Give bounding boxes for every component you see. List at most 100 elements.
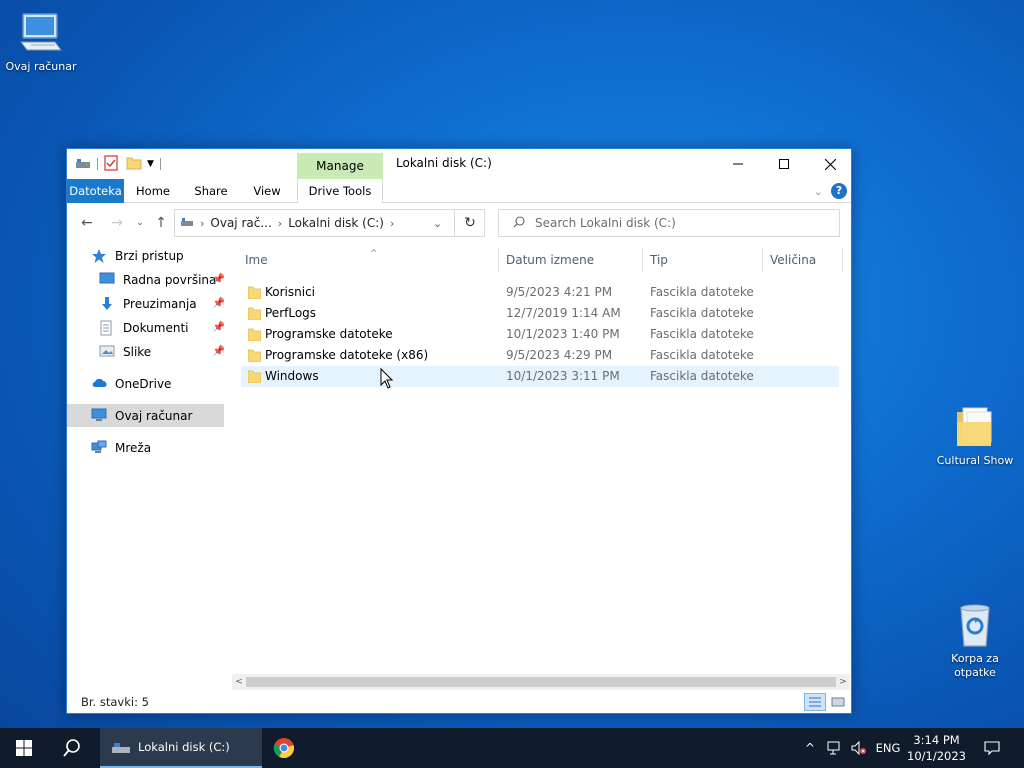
up-button[interactable]: ↑: [151, 214, 171, 232]
nav-documents[interactable]: Dokumenti 📌: [99, 316, 225, 339]
nav-onedrive[interactable]: OneDrive: [91, 372, 223, 395]
nav-pictures[interactable]: Slike 📌: [99, 340, 225, 363]
search-input[interactable]: [535, 216, 815, 230]
nav-item-label: Brzi pristup: [115, 248, 184, 263]
scroll-right-button[interactable]: >: [836, 674, 850, 690]
file-type: Fascikla datoteke: [650, 306, 754, 320]
folder-icon: [951, 404, 999, 450]
tab-manage[interactable]: Manage: [297, 153, 383, 179]
column-header-date[interactable]: Datum izmene: [506, 249, 642, 271]
column-divider[interactable]: [498, 247, 499, 273]
details-view-icon: [809, 697, 821, 707]
pin-icon[interactable]: 📌: [213, 346, 225, 357]
pin-icon[interactable]: 📌: [213, 274, 225, 285]
sort-ascending-icon: ^: [370, 249, 378, 259]
folder-icon: [247, 286, 262, 300]
column-divider[interactable]: [842, 247, 843, 273]
table-row[interactable]: PerfLogs 12/7/2019 1:14 AM Fascikla dato…: [241, 303, 839, 324]
column-header-label: Ime: [245, 253, 268, 267]
table-row[interactable]: Programske datoteke (x86) 9/5/2023 4:29 …: [241, 345, 839, 366]
recycle-bin-icon: [951, 602, 999, 648]
scroll-left-button[interactable]: <: [232, 674, 246, 690]
file-date: 9/5/2023 4:29 PM: [506, 348, 613, 362]
nav-network[interactable]: Mreža: [91, 436, 223, 459]
back-button[interactable]: ←: [77, 214, 97, 232]
refresh-button[interactable]: ↻: [454, 209, 485, 237]
breadcrumb-this-pc[interactable]: Ovaj rač...: [210, 216, 271, 230]
cloud-icon: [91, 376, 109, 392]
close-button[interactable]: [807, 149, 853, 179]
search-icon: [63, 739, 80, 757]
network-icon: [91, 440, 109, 456]
file-list: ^ Ime Datum izmene Tip Veličina Korisnic…: [240, 242, 852, 689]
nav-quick-access[interactable]: Brzi pristup: [91, 244, 223, 267]
file-date: 10/1/2023 1:40 PM: [506, 327, 620, 341]
desktop-icon-cultural-show[interactable]: Cultural Show: [934, 404, 1016, 468]
address-dropdown-icon[interactable]: ⌄: [433, 217, 442, 230]
maximize-button[interactable]: [761, 149, 807, 179]
tab-share[interactable]: Share: [186, 179, 236, 203]
horizontal-scrollbar[interactable]: < >: [232, 674, 850, 690]
file-type: Fascikla datoteke: [650, 348, 754, 362]
toolbar-divider: [97, 158, 98, 170]
desktop-icon-label: Cultural Show: [936, 454, 1014, 467]
tab-view[interactable]: View: [242, 179, 292, 203]
search-box[interactable]: [498, 209, 840, 237]
item-count: Br. stavki: 5: [81, 695, 149, 709]
clock-time: 3:14 PM: [913, 733, 960, 747]
table-row[interactable]: Windows 10/1/2023 3:11 PM Fascikla datot…: [241, 366, 839, 387]
minimize-button[interactable]: [715, 149, 761, 179]
column-header-type[interactable]: Tip: [650, 249, 762, 271]
nav-desktop[interactable]: Radna površina 📌: [99, 268, 225, 291]
navigation-bar: ← → ⌄ ↑ › Ovaj rač... › Lokalni disk (C:…: [67, 204, 851, 242]
expand-ribbon-icon[interactable]: ⌄: [814, 185, 823, 198]
show-hidden-icons-button[interactable]: ^: [800, 728, 820, 768]
column-divider[interactable]: [642, 247, 643, 273]
help-icon[interactable]: ?: [831, 183, 847, 199]
address-bar[interactable]: › Ovaj rač... › Lokalni disk (C:) › ⌄: [174, 209, 485, 237]
drive-icon: [75, 156, 91, 173]
new-folder-icon[interactable]: [126, 156, 142, 173]
clock[interactable]: 3:14 PM 10/1/2023: [907, 732, 966, 764]
taskbar-item-chrome[interactable]: [262, 728, 306, 768]
taskbar-item-file-explorer[interactable]: Lokalni disk (C:): [100, 728, 262, 768]
table-row[interactable]: Programske datoteke 10/1/2023 1:40 PM Fa…: [241, 324, 839, 345]
star-icon: [91, 248, 109, 264]
customize-toolbar-icon[interactable]: ▼: [147, 159, 154, 169]
file-name: PerfLogs: [265, 306, 317, 320]
search-button[interactable]: [48, 728, 96, 768]
column-header-name[interactable]: ^ Ime: [245, 249, 499, 271]
column-header-label: Datum izmene: [506, 253, 595, 267]
pin-icon[interactable]: 📌: [213, 322, 225, 333]
large-icons-view-button[interactable]: [827, 693, 849, 711]
desktop-icon-label: Korpa za otpatke: [951, 652, 999, 679]
nav-downloads[interactable]: Preuzimanja 📌: [99, 292, 225, 315]
tab-home[interactable]: Home: [128, 179, 178, 203]
column-divider[interactable]: [762, 247, 763, 273]
scrollbar-thumb[interactable]: [246, 677, 836, 687]
properties-icon[interactable]: [104, 154, 118, 174]
folder-icon: [247, 328, 262, 342]
start-button[interactable]: [0, 728, 48, 768]
breadcrumb-local-disk[interactable]: Lokalni disk (C:): [288, 216, 384, 230]
details-view-button[interactable]: [804, 693, 826, 711]
forward-button[interactable]: →: [107, 214, 127, 232]
navigation-pane: Brzi pristup Radna površina 📌 Preuzimanj…: [67, 242, 227, 689]
input-language-indicator[interactable]: ENG: [872, 728, 904, 768]
desktop-icon-recycle-bin[interactable]: Korpa za otpatke: [934, 602, 1016, 680]
file-type: Fascikla datoteke: [650, 285, 754, 299]
network-status-icon[interactable]: [824, 728, 846, 768]
tab-file[interactable]: Datoteka: [67, 179, 124, 203]
computer-icon: [91, 408, 109, 424]
volume-muted-icon[interactable]: [848, 728, 870, 768]
table-row[interactable]: Korisnici 9/5/2023 4:21 PM Fascikla dato…: [241, 282, 839, 303]
search-icon: [513, 215, 525, 231]
recent-locations-button[interactable]: ⌄: [130, 214, 150, 232]
pin-icon[interactable]: 📌: [213, 298, 225, 309]
column-header-size[interactable]: Veličina: [770, 249, 842, 271]
tab-drive-tools[interactable]: Drive Tools: [297, 179, 383, 203]
action-center-button[interactable]: [980, 728, 1004, 768]
desktop-icon-this-pc[interactable]: Ovaj računar: [0, 10, 82, 74]
folder-icon: [247, 307, 262, 321]
nav-this-pc[interactable]: Ovaj računar: [67, 404, 224, 427]
